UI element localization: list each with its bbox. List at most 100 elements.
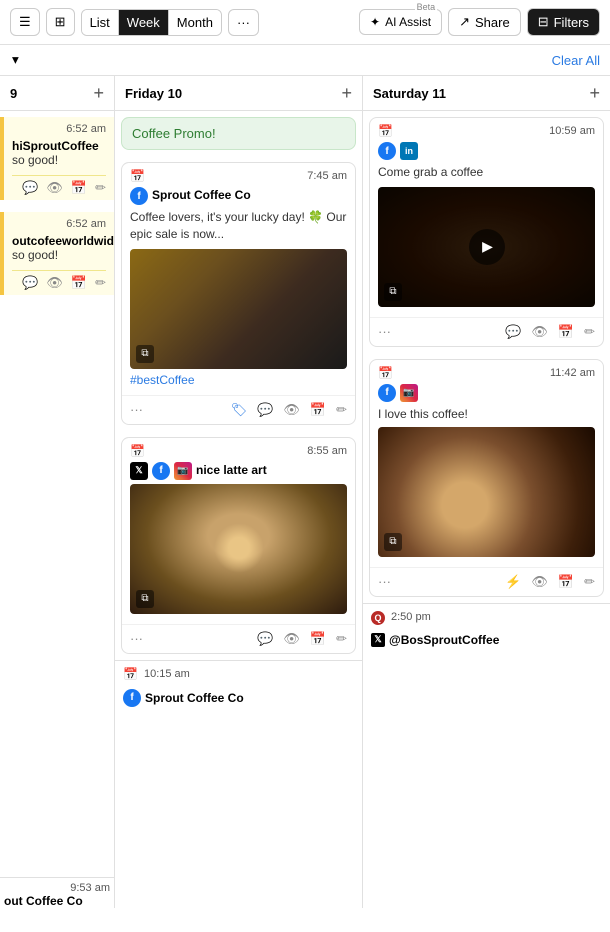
eye-icon[interactable]: 👁 bbox=[46, 180, 63, 196]
twitter-icon-sat-bottom: 𝕏 bbox=[371, 633, 385, 647]
edit-icon-745[interactable]: ✏ bbox=[336, 402, 347, 418]
col-fri-header: Friday 10 + bbox=[115, 76, 362, 111]
card-time-745: 7:45 am bbox=[307, 170, 347, 182]
edit-icon-855[interactable]: ✏ bbox=[336, 631, 347, 647]
card-sat-1142: 📅 11:42 am f 📷 I love this coffee! ⧉ ···… bbox=[369, 359, 604, 597]
more-icon-1142[interactable]: ··· bbox=[378, 574, 391, 589]
card-fri-745: 📅 7:45 am f Sprout Coffee Co Coffee love… bbox=[121, 162, 356, 425]
card-sat-1059: 📅 10:59 am f in Come grab a coffee ⧉ ···… bbox=[369, 117, 604, 347]
layout-button[interactable]: ⊞ bbox=[46, 8, 75, 36]
col-sat-header: Saturday 11 + bbox=[363, 76, 610, 111]
facebook-icon-1142: f bbox=[378, 384, 396, 402]
menu-button[interactable]: ☰ bbox=[10, 8, 40, 36]
collapse-button[interactable]: ▾ bbox=[6, 49, 25, 71]
prev-bottom-account: out Coffee Co bbox=[0, 894, 114, 908]
multi-image-icon-1059: ⧉ bbox=[384, 283, 402, 301]
col-fri-add-button[interactable]: + bbox=[341, 84, 352, 102]
eye-icon-1059[interactable]: 👁 bbox=[531, 324, 548, 340]
more-button[interactable]: ··· bbox=[228, 9, 259, 36]
card-time-1059: 10:59 am bbox=[549, 125, 595, 137]
card-time-855: 8:55 am bbox=[307, 445, 347, 457]
comment-icon-1059[interactable]: 💬 bbox=[505, 324, 521, 340]
layout-icon: ⊞ bbox=[55, 14, 66, 30]
calendar-icon-1059[interactable]: 📅 bbox=[558, 324, 574, 340]
eye-icon-1142[interactable]: 👁 bbox=[531, 574, 548, 590]
card-social-icons: 📅 bbox=[130, 169, 145, 183]
ai-icon: ✦ bbox=[370, 15, 380, 29]
calendar-grid: 9 + 6:52 am hiSproutCoffee so good! 💬 👁 … bbox=[0, 76, 610, 908]
edit-icon-2[interactable]: ✏ bbox=[95, 275, 106, 291]
card-fri-bottom-account: f Sprout Coffee Co bbox=[115, 687, 362, 711]
col-9-header: 9 + bbox=[0, 76, 114, 111]
card-time-2: 6:52 am bbox=[12, 218, 106, 230]
col-9-title: 9 bbox=[10, 86, 17, 101]
edit-icon-1059[interactable]: ✏ bbox=[584, 324, 595, 340]
prev-bottom-time: 9:53 am bbox=[0, 882, 114, 894]
tag-icon-745[interactable]: 🏷 bbox=[231, 402, 248, 418]
filters-label: Filters bbox=[554, 15, 589, 30]
toolbar: ☰ ⊞ List Week Month ··· Beta ✦ AI Assist… bbox=[0, 0, 610, 45]
ai-assist-button[interactable]: Beta ✦ AI Assist bbox=[359, 9, 442, 35]
calendar-icon-2[interactable]: 📅 bbox=[71, 275, 87, 291]
card-image-745: ⧉ bbox=[130, 249, 347, 369]
week-view-button[interactable]: Week bbox=[119, 10, 169, 35]
play-button-icon[interactable] bbox=[469, 229, 505, 265]
card-time: 6:52 am bbox=[12, 123, 106, 135]
card-time-1142: 11:42 am bbox=[550, 367, 595, 379]
prev-bottom-card: 9:53 am out Coffee Co bbox=[0, 871, 114, 908]
promo-label: Coffee Promo! bbox=[132, 126, 216, 141]
share-button[interactable]: ↗ Share bbox=[448, 8, 521, 36]
beta-badge: Beta bbox=[415, 2, 438, 12]
col-9-add-button[interactable]: + bbox=[93, 84, 104, 102]
bolt-icon-1142[interactable]: ⚡ bbox=[505, 574, 521, 590]
card-text: so good! bbox=[12, 153, 106, 167]
card-fri-bottom: 📅 10:15 am bbox=[115, 660, 362, 687]
comment-icon-2[interactable]: 💬 bbox=[22, 275, 38, 291]
more-icon-745[interactable]: ··· bbox=[130, 402, 143, 417]
yellow-card-2: 6:52 am outcofeeworldwide so good! 💬 👁 📅… bbox=[0, 212, 114, 295]
eye-icon-745[interactable]: 👁 bbox=[283, 402, 300, 418]
multi-image-icon-1142: ⧉ bbox=[384, 533, 402, 551]
card-account-2: outcofeeworldwide bbox=[12, 234, 106, 248]
more-icon-855[interactable]: ··· bbox=[130, 631, 143, 646]
month-view-button[interactable]: Month bbox=[169, 10, 221, 35]
instagram-icon-1142: 📷 bbox=[400, 384, 418, 402]
calendar-icon-855[interactable]: 📅 bbox=[310, 631, 326, 647]
instagram-icon-855: 📷 bbox=[174, 462, 192, 480]
card-image-1142: ⧉ bbox=[378, 427, 595, 557]
col-day-9: 9 + 6:52 am hiSproutCoffee so good! 💬 👁 … bbox=[0, 76, 115, 908]
calendar-small-icon-1142: 📅 bbox=[378, 366, 393, 380]
eye-icon-2[interactable]: 👁 bbox=[46, 275, 63, 291]
yellow-card-1: 6:52 am hiSproutCoffee so good! 💬 👁 📅 ✏ bbox=[0, 117, 114, 200]
card-hashtag-745: #bestCoffee bbox=[130, 373, 347, 387]
calendar-icon-745[interactable]: 📅 bbox=[310, 402, 326, 418]
promo-card[interactable]: Coffee Promo! bbox=[121, 117, 356, 150]
card-social-icons-855: 📅 bbox=[130, 444, 145, 458]
filters-button[interactable]: ⊟ Filters bbox=[527, 8, 600, 36]
calendar-icon[interactable]: 📅 bbox=[71, 180, 87, 196]
list-view-button[interactable]: List bbox=[82, 10, 119, 35]
ai-assist-label: AI Assist bbox=[385, 15, 431, 29]
eye-icon-855[interactable]: 👁 bbox=[283, 631, 300, 647]
facebook-icon: f bbox=[130, 187, 148, 205]
multi-image-icon: ⧉ bbox=[136, 345, 154, 363]
card-image-1059: ⧉ bbox=[378, 187, 595, 307]
comment-icon-745[interactable]: 💬 bbox=[257, 402, 273, 418]
comment-icon[interactable]: 💬 bbox=[22, 180, 38, 196]
card-account-745: Sprout Coffee Co bbox=[152, 188, 251, 202]
col-sat-add-button[interactable]: + bbox=[589, 84, 600, 102]
calendar-icon-fri-bottom: 📅 bbox=[123, 667, 138, 681]
card-social-icons-1142: 📅 bbox=[378, 366, 393, 380]
card-fri-855: 📅 8:55 am 𝕏 f 📷 nice latte art ⧉ ··· bbox=[121, 437, 356, 654]
clear-all-link[interactable]: Clear All bbox=[552, 53, 600, 68]
calendar-icon-1142[interactable]: 📅 bbox=[558, 574, 574, 590]
more-icon-1059[interactable]: ··· bbox=[378, 324, 391, 339]
edit-icon[interactable]: ✏ bbox=[95, 180, 106, 196]
time-fri-bottom: 10:15 am bbox=[144, 668, 190, 680]
calendar-small-icon: 📅 bbox=[130, 169, 145, 183]
more-icon: ··· bbox=[237, 15, 250, 30]
comment-icon-855[interactable]: 💬 bbox=[257, 631, 273, 647]
facebook-icon-1059: f bbox=[378, 142, 396, 160]
edit-icon-1142[interactable]: ✏ bbox=[584, 574, 595, 590]
card-text-2: so good! bbox=[12, 248, 106, 262]
